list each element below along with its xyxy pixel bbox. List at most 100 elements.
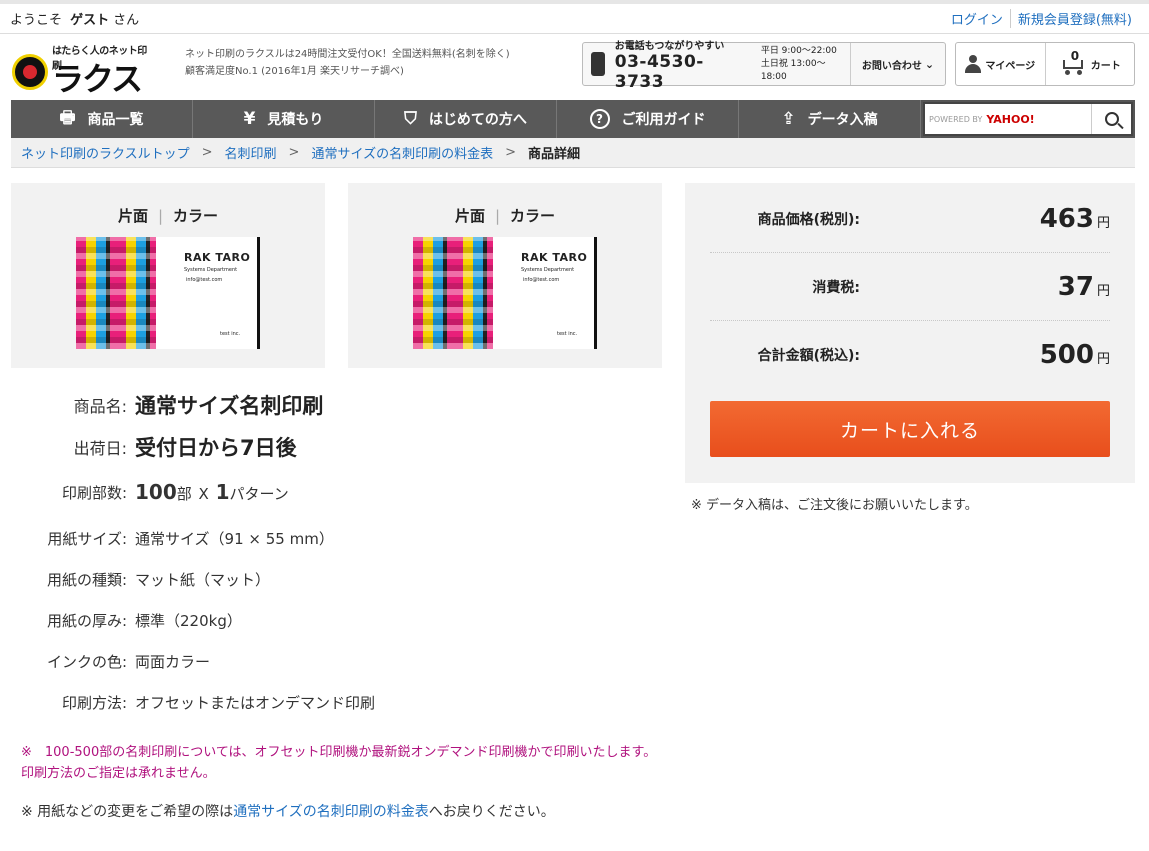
price-value: 37 円 xyxy=(1058,272,1110,302)
breadcrumb-separator: > xyxy=(505,145,516,160)
price-label: 合計金額(税込): xyxy=(757,348,860,364)
card-email: info@test.com xyxy=(186,277,223,283)
site-logo[interactable]: はたらく人のネット印刷 ラクスル xyxy=(12,42,152,144)
qty-number: 100 xyxy=(135,480,177,504)
paper-change-note: ※ 用紙などの変更をご希望の際は通常サイズの名刺印刷の料金表へお戻りください。 xyxy=(21,801,555,821)
mypage-button[interactable]: マイページ xyxy=(956,43,1046,85)
preview-side: 片面 xyxy=(117,207,148,225)
spec-ship-date: 出荷日: 受付日から7日後 xyxy=(11,432,661,462)
cart-label: カート xyxy=(1090,60,1121,72)
preview-card-front: 片面 | カラー RAK TARO Systems Department info@… xyxy=(11,183,325,368)
spec-paper-size: 用紙サイズ: 通常サイズ（91 × 55 mm） xyxy=(11,528,661,549)
shield-icon: ⛉ xyxy=(404,109,417,129)
price-currency: 円 xyxy=(1096,215,1110,231)
nav-label: はじめての方へ xyxy=(428,112,527,128)
price-value: 500 円 xyxy=(1040,340,1110,370)
preview-caption: 片面 | カラー xyxy=(117,207,219,225)
card-dept: Systems Department xyxy=(184,267,238,273)
user-box: マイページ 0 カート xyxy=(955,42,1135,86)
card-artwork xyxy=(413,237,493,349)
preview-card-back: 片面 | カラー RAK TARO Systems Department info@… xyxy=(348,183,662,368)
breadcrumb-separator: > xyxy=(288,145,300,160)
nav-label: 見積もり xyxy=(267,112,324,128)
cart-count: 0 xyxy=(1070,49,1080,63)
spec-print-method: 印刷方法: オフセットまたはオンデマンド印刷 xyxy=(11,692,661,713)
welcome-message: ようこそ ゲスト さん xyxy=(10,9,139,28)
nav-estimate[interactable]: ¥ 見積もり xyxy=(193,100,375,138)
add-to-cart-button[interactable]: カートに入れる xyxy=(710,401,1110,457)
nav-beginners[interactable]: ⛉ はじめての方へ xyxy=(375,100,557,138)
register-link[interactable]: 新規会員登録(無料) xyxy=(1009,9,1139,28)
breadcrumb-top[interactable]: ネット印刷のラクスルトップ xyxy=(21,143,190,162)
phone-caption: お電話もつながりやすい xyxy=(614,40,725,52)
price-value: 463 円 xyxy=(1040,204,1110,234)
welcome-prefix: ようこそ xyxy=(10,13,63,28)
price-row-base: 商品価格(税別): 463 円 xyxy=(710,185,1110,253)
spec-label: 印刷方法: xyxy=(61,694,127,712)
pattern-unit: パターン xyxy=(229,485,289,503)
user-icon xyxy=(965,55,982,73)
print-method-note: ※ 100-500部の名刺印刷については、オフセット印刷機か最新鋭オンデマンド印… xyxy=(21,745,657,781)
nav-label: 商品一覧 xyxy=(87,112,144,128)
card-artwork xyxy=(76,237,156,349)
site-header: はたらく人のネット印刷 ラクスル ネット印刷のラクスルは24時間注文受付OK！全… xyxy=(0,34,1149,144)
nav-upload[interactable]: ⇪ データ入稿 xyxy=(739,100,921,138)
login-link[interactable]: ログイン xyxy=(944,9,1010,28)
preview-caption: 片面 | カラー xyxy=(454,207,556,225)
search-button[interactable] xyxy=(1091,104,1131,134)
nav-label: データ入稿 xyxy=(807,112,878,128)
printer-icon: 🖶 xyxy=(59,107,76,128)
mypage-label: マイページ xyxy=(985,60,1036,72)
search-brand: YAHOO! xyxy=(986,112,1035,126)
spec-product-name: 商品名: 通常サイズ名刺印刷 xyxy=(11,390,661,420)
welcome-suffix: さん xyxy=(113,13,140,28)
search-icon xyxy=(1104,112,1119,126)
spec-value: 100部 X 1パターン xyxy=(135,480,289,504)
price-label: 商品価格(税別): xyxy=(757,211,860,228)
price-amount: 463 xyxy=(1039,203,1094,234)
spec-value: 通常サイズ（91 × 55 mm） xyxy=(135,530,334,548)
pattern-number: 1 xyxy=(215,480,230,504)
breadcrumb-business-cards[interactable]: 名刺印刷 xyxy=(225,143,277,162)
business-card-image: RAK TARO Systems Department info@test.co… xyxy=(76,237,260,349)
spec-label: 用紙の種類: xyxy=(46,571,127,589)
contact-box: お電話もつながりやすい 03-4530-3733 平日 9:00～22:00 土… xyxy=(582,41,946,92)
spec-value: 両面カラー xyxy=(135,653,211,671)
cart-button[interactable]: 0 カート xyxy=(1046,43,1135,85)
cart-icon: 0 xyxy=(1059,49,1087,75)
nav-products[interactable]: 🖶 商品一覧 xyxy=(11,100,193,138)
breadcrumb-price-table[interactable]: 通常サイズの名刺印刷の料金表 xyxy=(311,143,493,162)
price-currency: 円 xyxy=(1096,352,1110,367)
price-currency: 円 xyxy=(1096,283,1110,299)
spec-quantity: 印刷部数: 100部 X 1パターン xyxy=(11,480,661,504)
search-powered-label: POWERED BY xyxy=(929,114,983,124)
price-panel: 商品価格(税別): 463 円 消費税: 37 円 合計金額(税込): 500 円 カ… xyxy=(685,183,1135,483)
spec-label: 用紙の厚み: xyxy=(46,612,127,630)
inquiry-label: お問い合わせ xyxy=(861,60,922,72)
card-name: RAK TARO xyxy=(521,251,588,264)
card-dept: Systems Department xyxy=(521,267,575,273)
user-name: ゲスト xyxy=(70,13,110,28)
price-label: 消費税: xyxy=(812,279,860,296)
price-row-total: 合計金額(税込): 500 円 xyxy=(710,321,1110,389)
spec-ink-color: インクの色: 両面カラー xyxy=(11,651,661,672)
data-upload-note: ※ データ入稿は、ご注文後にお願いいたします。 xyxy=(691,498,978,513)
nav-label: ご利用ガイド xyxy=(621,112,706,128)
price-table-link[interactable]: 通常サイズの名刺印刷の料金表 xyxy=(233,804,429,820)
help-icon: ? xyxy=(589,109,610,129)
note-suffix: へお戻りください。 xyxy=(428,804,555,820)
card-name: RAK TARO xyxy=(184,251,251,264)
nav-guide[interactable]: ? ご利用ガイド xyxy=(557,100,739,138)
search-input[interactable]: POWERED BY YAHOO! xyxy=(925,104,1091,134)
hours-weekday: 平日 9:00～22:00 xyxy=(760,45,837,56)
preview-side: 片面 xyxy=(454,207,485,225)
price-amount: 37 xyxy=(1057,271,1094,302)
spec-label: 用紙サイズ: xyxy=(47,530,127,548)
price-amount: 500 xyxy=(1039,340,1094,370)
price-row-tax: 消費税: 37 円 xyxy=(710,253,1110,321)
preview-color: カラー xyxy=(173,207,219,225)
spec-label: 印刷部数: xyxy=(61,483,127,502)
inquiry-dropdown[interactable]: お問い合わせ ⌄ xyxy=(851,43,945,85)
spec-paper-thickness: 用紙の厚み: 標準（220kg） xyxy=(11,610,661,631)
spec-value: オフセットまたはオンデマンド印刷 xyxy=(135,694,376,712)
